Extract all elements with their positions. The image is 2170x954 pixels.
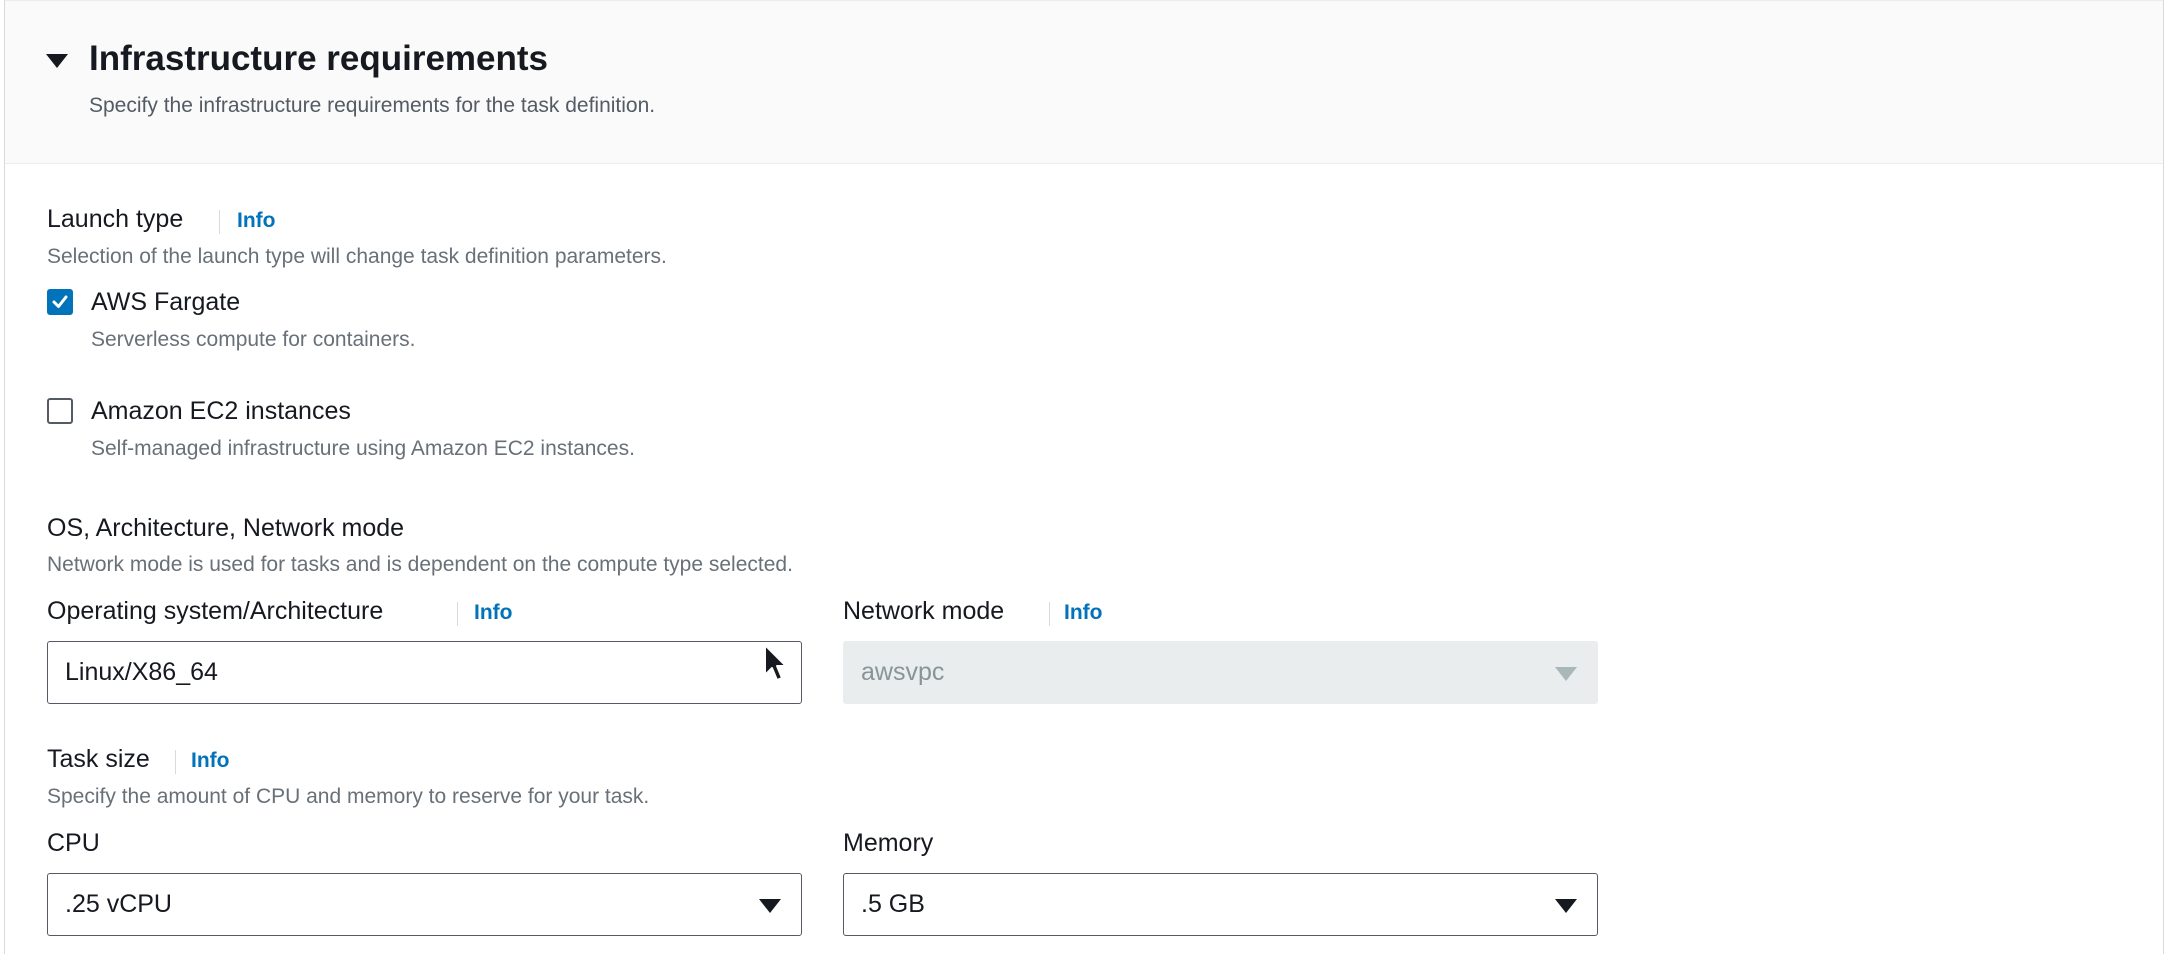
os-network-description: Network mode is used for tasks and is de… xyxy=(47,553,793,576)
os-network-label: OS, Architecture, Network mode xyxy=(47,514,405,542)
amazon-ec2-checkbox[interactable] xyxy=(47,398,73,424)
cpu-select[interactable]: .25 vCPU xyxy=(47,873,802,936)
task-size-label: Task size xyxy=(47,745,150,773)
launch-type-label: Launch type xyxy=(47,205,184,233)
os-architecture-label: Operating system/Architecture xyxy=(47,597,384,625)
mouse-cursor-icon xyxy=(764,644,787,681)
task-size-info-link[interactable]: Info xyxy=(191,749,229,773)
network-mode-select: awsvpc xyxy=(843,641,1598,704)
memory-label: Memory xyxy=(843,829,934,857)
memory-value: .5 GB xyxy=(861,890,925,918)
dropdown-arrow-icon xyxy=(1555,899,1577,913)
info-separator xyxy=(457,602,458,626)
aws-fargate-description: Serverless compute for containers. xyxy=(91,328,416,351)
os-architecture-value: Linux/X86_64 xyxy=(65,658,218,686)
info-separator xyxy=(1049,602,1050,626)
panel-header[interactable]: Infrastructure requirements Specify the … xyxy=(5,0,2163,164)
amazon-ec2-label[interactable]: Amazon EC2 instances xyxy=(91,397,351,426)
os-architecture-info-link[interactable]: Info xyxy=(474,601,512,625)
panel-title: Infrastructure requirements xyxy=(89,39,549,78)
cpu-label: CPU xyxy=(47,829,100,857)
infrastructure-requirements-panel: Infrastructure requirements Specify the … xyxy=(4,0,2164,954)
check-icon xyxy=(52,295,68,308)
task-size-description: Specify the amount of CPU and memory to … xyxy=(47,785,650,808)
dropdown-arrow-icon xyxy=(1555,667,1577,681)
info-separator xyxy=(219,210,220,234)
memory-select[interactable]: .5 GB xyxy=(843,873,1598,936)
caret-down-icon[interactable] xyxy=(46,54,68,68)
network-mode-label: Network mode xyxy=(843,597,1005,625)
aws-fargate-label[interactable]: AWS Fargate xyxy=(91,288,240,317)
amazon-ec2-description: Self-managed infrastructure using Amazon… xyxy=(91,437,635,460)
launch-type-info-link[interactable]: Info xyxy=(237,209,275,233)
aws-fargate-checkbox[interactable] xyxy=(47,289,73,315)
network-mode-info-link[interactable]: Info xyxy=(1064,601,1102,625)
launch-type-description: Selection of the launch type will change… xyxy=(47,245,667,268)
info-separator xyxy=(175,750,176,774)
os-architecture-select[interactable]: Linux/X86_64 xyxy=(47,641,802,704)
cpu-value: .25 vCPU xyxy=(65,890,172,918)
panel-description: Specify the infrastructure requirements … xyxy=(89,94,656,117)
dropdown-arrow-icon xyxy=(759,899,781,913)
network-mode-value: awsvpc xyxy=(861,658,945,686)
